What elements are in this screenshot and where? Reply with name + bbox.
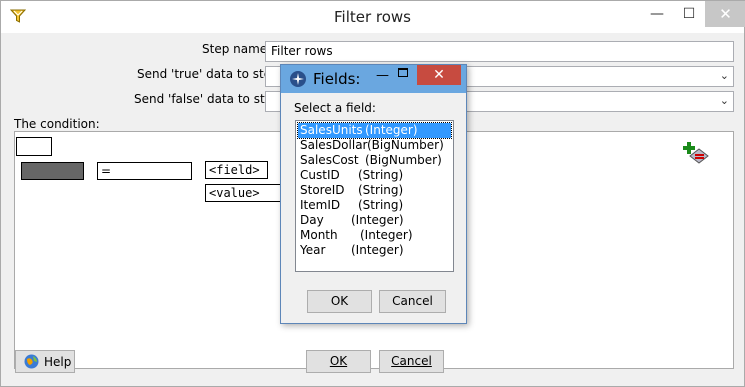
list-item[interactable]: SalesDollar (BigNumber) <box>298 138 451 153</box>
dialog-maximize-button[interactable] <box>398 68 408 77</box>
window-title: Filter rows <box>333 8 411 26</box>
field-type: (Integer) <box>351 243 404 257</box>
select-field-label: Select a field: <box>294 101 376 115</box>
fields-dialog: Fields: — ✕ Select a field: SalesUnits (I… <box>280 64 467 324</box>
list-item[interactable]: Month (Integer) <box>298 228 451 243</box>
ok-label: OK <box>329 354 348 368</box>
ok-button[interactable]: OK <box>306 350 371 373</box>
chevron-down-icon: ⌄ <box>719 94 729 107</box>
chevron-down-icon: ⌄ <box>719 69 729 82</box>
field-type: (Integer) <box>351 213 404 227</box>
cancel-label: Cancel <box>391 354 432 368</box>
step-name-label: Step name <box>202 42 268 56</box>
help-globe-icon <box>24 354 39 369</box>
filter-rows-window: Filter rows — ☐ ✕ Step name Filter rows … <box>0 0 745 387</box>
negate-box[interactable] <box>16 137 52 156</box>
field-name: Month <box>300 228 338 242</box>
field-name: Day <box>300 213 324 227</box>
operator-box[interactable]: = <box>97 162 192 180</box>
dialog-ok-button[interactable]: OK <box>307 290 372 313</box>
field-name: SalesCost <box>300 153 359 167</box>
maximize-button[interactable]: ☐ <box>673 1 705 27</box>
field-name: StoreID <box>300 183 345 197</box>
field-name: SalesUnits <box>300 123 363 137</box>
field-type: (Integer) <box>360 228 413 242</box>
condition-label: The condition: <box>14 117 100 131</box>
list-item[interactable]: StoreID (String) <box>298 183 451 198</box>
list-item[interactable]: CustID (String) <box>298 168 451 183</box>
fields-dialog-body: Select a field: SalesUnits (Integer) Sale… <box>285 94 462 320</box>
right-field-box[interactable]: <field> <box>205 161 268 179</box>
list-item[interactable]: SalesUnits (Integer) <box>297 122 452 139</box>
title-bar: Filter rows — ☐ ✕ <box>1 1 745 33</box>
step-name-input[interactable]: Filter rows <box>265 41 734 62</box>
field-name: Year <box>300 243 326 257</box>
left-field-box[interactable] <box>21 162 84 180</box>
minimize-button[interactable]: — <box>641 1 673 27</box>
field-type: (BigNumber) <box>367 138 444 152</box>
field-type: (String) <box>358 183 404 197</box>
list-item[interactable]: ItemID (String) <box>298 198 451 213</box>
field-type: (Integer) <box>365 123 418 137</box>
field-name: CustID <box>300 168 340 182</box>
field-type: (BigNumber) <box>365 153 442 167</box>
fields-list[interactable]: SalesUnits (Integer) SalesDollar (BigNumbe… <box>295 120 454 272</box>
dialog-minimize-button[interactable]: — <box>376 68 389 83</box>
cancel-button[interactable]: Cancel <box>379 350 444 373</box>
help-label: Help <box>44 355 72 369</box>
list-item[interactable]: Day (Integer) <box>298 213 451 228</box>
close-button[interactable]: ✕ <box>705 1 745 27</box>
true-step-label: Send 'true' data to step: <box>137 67 283 81</box>
list-item[interactable]: SalesCost (BigNumber) <box>298 153 451 168</box>
field-type: (String) <box>358 198 404 212</box>
fields-dialog-titlebar: Fields: — ✕ <box>281 65 466 93</box>
dialog-close-button[interactable]: ✕ <box>417 65 461 85</box>
fields-dialog-title: Fields: <box>313 70 361 88</box>
field-name: ItemID <box>300 198 341 212</box>
value-box[interactable]: <value> <box>205 184 285 202</box>
field-name: SalesDollar <box>300 138 368 152</box>
list-item[interactable]: Year (Integer) <box>298 243 451 258</box>
help-button[interactable]: Help <box>15 350 75 373</box>
field-type: (String) <box>358 168 404 182</box>
add-condition-icon[interactable] <box>682 142 712 168</box>
dialog-cancel-button[interactable]: Cancel <box>379 290 446 313</box>
false-step-label: Send 'false' data to step: <box>134 92 284 106</box>
fields-dialog-icon <box>290 71 306 87</box>
